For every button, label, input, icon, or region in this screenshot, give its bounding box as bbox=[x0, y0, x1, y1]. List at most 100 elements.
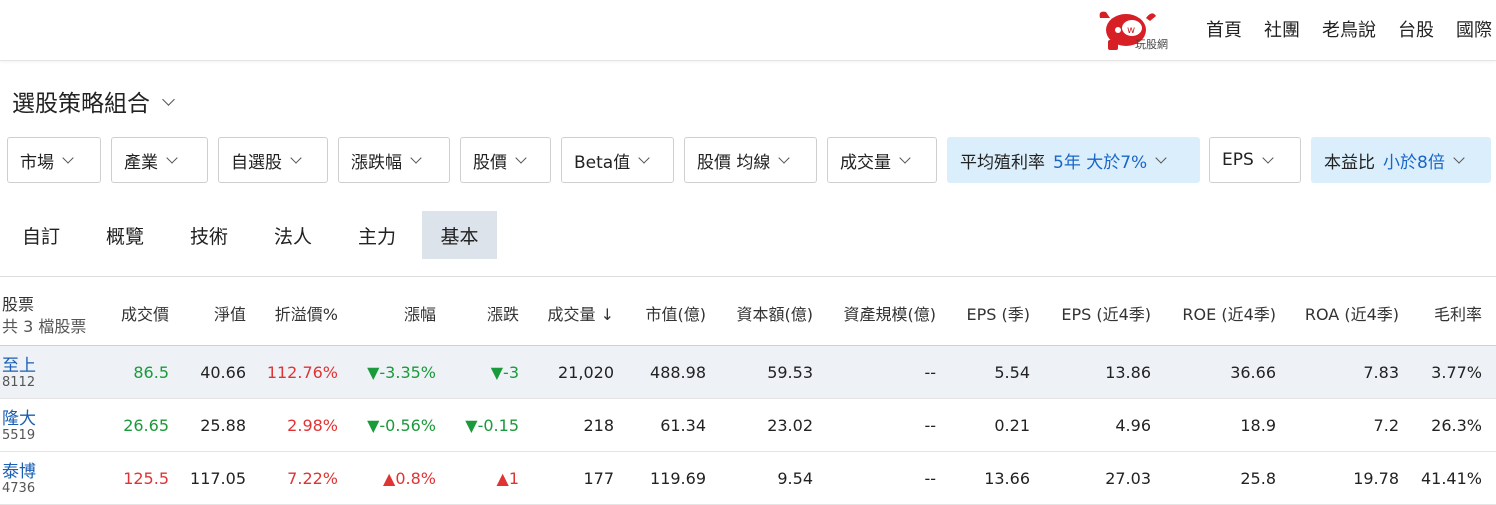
filter-label: 股價 bbox=[473, 152, 507, 173]
filter-market[interactable]: 市場 bbox=[7, 137, 101, 183]
cell-gross-margin: 41.41% bbox=[1420, 469, 1482, 488]
cell-roa-4q: 7.2 bbox=[1373, 416, 1399, 435]
header-premium[interactable]: 折溢價% bbox=[275, 301, 338, 325]
filter-industry[interactable]: 產業 bbox=[111, 137, 208, 183]
filter-dividend-yield[interactable]: 平均殖利率 5年 大於7% bbox=[947, 137, 1200, 183]
header-nav[interactable]: 淨值 bbox=[214, 301, 246, 325]
chevron-down-icon bbox=[638, 152, 650, 164]
nav-home[interactable]: 首頁 bbox=[1206, 16, 1242, 42]
filter-value: 5年 大於7% bbox=[1053, 152, 1148, 173]
cell-roe-4q: 25.8 bbox=[1240, 469, 1276, 488]
chevron-down-icon bbox=[1262, 152, 1274, 164]
cell-eps-4q: 4.96 bbox=[1115, 416, 1151, 435]
header-market-cap[interactable]: 市值(億) bbox=[646, 301, 707, 325]
cell-eps-quarter: 13.66 bbox=[984, 469, 1030, 488]
cell-change: ▲1 bbox=[496, 469, 519, 488]
header-stock[interactable]: 股票 bbox=[2, 291, 34, 315]
filter-label: EPS bbox=[1222, 150, 1254, 170]
tab-major-player[interactable]: 主力 bbox=[336, 211, 418, 259]
header-capital[interactable]: 資本額(億) bbox=[737, 301, 814, 325]
header-eps-quarter[interactable]: EPS (季) bbox=[967, 301, 1031, 325]
chevron-down-icon bbox=[1155, 152, 1167, 164]
header-price[interactable]: 成交價 bbox=[121, 301, 169, 325]
chevron-down-icon bbox=[62, 152, 74, 164]
filter-eps[interactable]: EPS bbox=[1209, 137, 1301, 183]
stock-code: 5519 bbox=[2, 428, 36, 443]
cell-nav: 40.66 bbox=[200, 363, 246, 382]
tab-overview[interactable]: 概覽 bbox=[84, 211, 166, 259]
cell-premium: 2.98% bbox=[287, 416, 338, 435]
filter-volume[interactable]: 成交量 bbox=[827, 137, 937, 183]
table-row[interactable]: 隆大 5519 26.65 25.88 2.98% ▼-0.56% ▼-0.15… bbox=[0, 399, 1496, 452]
cell-nav: 117.05 bbox=[190, 469, 246, 488]
cell-eps-quarter: 5.54 bbox=[994, 363, 1030, 382]
cell-volume: 177 bbox=[583, 469, 614, 488]
header-volume[interactable]: 成交量 ↓ bbox=[548, 301, 615, 325]
nav-community[interactable]: 社團 bbox=[1264, 16, 1300, 42]
cell-capital: 9.54 bbox=[777, 469, 813, 488]
cell-premium: 112.76% bbox=[266, 363, 338, 382]
cell-roe-4q: 18.9 bbox=[1240, 416, 1276, 435]
header-change[interactable]: 漲跌 bbox=[487, 301, 519, 325]
stock-name-link[interactable]: 至上 bbox=[2, 351, 36, 376]
table-row[interactable]: 泰博 4736 125.5 117.05 7.22% ▲0.8% ▲1 177 … bbox=[0, 452, 1496, 505]
tab-custom[interactable]: 自訂 bbox=[0, 211, 82, 259]
cell-change-pct: ▼-0.56% bbox=[367, 416, 436, 435]
filter-pe-ratio[interactable]: 本益比 小於8倍 bbox=[1311, 137, 1491, 183]
cell-assets: -- bbox=[924, 416, 936, 435]
header-roa-4q[interactable]: ROA (近4季) bbox=[1305, 301, 1399, 325]
chevron-down-icon bbox=[515, 152, 527, 164]
tab-institutional[interactable]: 法人 bbox=[252, 211, 334, 259]
filter-label: 本益比 bbox=[1324, 152, 1375, 173]
cell-roe-4q: 36.66 bbox=[1230, 363, 1276, 382]
stock-name-link[interactable]: 隆大 bbox=[2, 404, 36, 429]
svg-text:w: w bbox=[1127, 25, 1135, 36]
main-nav: 首頁 社團 老鳥說 台股 國際 bbox=[1206, 16, 1492, 42]
stock-name-link[interactable]: 泰博 bbox=[2, 457, 36, 482]
chevron-down-icon bbox=[166, 152, 178, 164]
cell-premium: 7.22% bbox=[287, 469, 338, 488]
stock-code: 8112 bbox=[2, 375, 36, 390]
filter-moving-average[interactable]: 股價 均線 bbox=[684, 137, 817, 183]
filter-label: 漲跌幅 bbox=[351, 152, 402, 173]
filter-label: 市場 bbox=[20, 152, 54, 173]
filter-label: 產業 bbox=[124, 152, 158, 173]
cell-gross-margin: 26.3% bbox=[1431, 416, 1482, 435]
cell-price: 86.5 bbox=[133, 363, 169, 382]
cell-change: ▼-3 bbox=[490, 363, 519, 382]
nav-veteran[interactable]: 老鳥說 bbox=[1322, 16, 1376, 42]
cell-market-cap: 61.34 bbox=[660, 416, 706, 435]
filter-change-range[interactable]: 漲跌幅 bbox=[338, 137, 450, 183]
filter-watchlist[interactable]: 自選股 bbox=[218, 137, 328, 183]
chevron-down-icon bbox=[778, 152, 791, 164]
nav-international[interactable]: 國際 bbox=[1456, 16, 1492, 42]
page-title[interactable]: 選股策略組合 bbox=[12, 84, 175, 118]
filter-label: 股價 均線 bbox=[697, 152, 771, 173]
nav-tw-stock[interactable]: 台股 bbox=[1398, 16, 1434, 42]
table-row[interactable]: 至上 8112 86.5 40.66 112.76% ▼-3.35% ▼-3 2… bbox=[0, 346, 1496, 399]
header-eps-4q[interactable]: EPS (近4季) bbox=[1061, 301, 1151, 325]
filter-value: 小於8倍 bbox=[1383, 152, 1445, 173]
chevron-down-icon bbox=[899, 152, 911, 164]
cell-nav: 25.88 bbox=[200, 416, 246, 435]
header-assets[interactable]: 資產規模(億) bbox=[844, 301, 937, 325]
table-header: 股票 共 3 檔股票 成交價 淨值 折溢價% 漲幅 漲跌 成交量 ↓ 市值(億)… bbox=[0, 276, 1496, 346]
tab-fundamental[interactable]: 基本 bbox=[422, 211, 497, 259]
cell-change: ▼-0.15 bbox=[465, 416, 519, 435]
header-gross-margin[interactable]: 毛利率 bbox=[1434, 301, 1482, 325]
chevron-down-icon bbox=[1453, 152, 1465, 164]
cell-gross-margin: 3.77% bbox=[1431, 363, 1482, 382]
cell-assets: -- bbox=[924, 363, 936, 382]
cell-change-pct: ▲0.8% bbox=[383, 469, 436, 488]
filter-beta[interactable]: Beta值 bbox=[561, 137, 674, 183]
page-title-text: 選股策略組合 bbox=[12, 91, 150, 117]
tab-technical[interactable]: 技術 bbox=[168, 211, 250, 259]
cell-market-cap: 119.69 bbox=[650, 469, 706, 488]
filter-price[interactable]: 股價 bbox=[460, 137, 551, 183]
filter-label: Beta值 bbox=[574, 152, 631, 173]
cell-roa-4q: 19.78 bbox=[1353, 469, 1399, 488]
stock-count: 共 3 檔股票 bbox=[2, 317, 87, 336]
header-roe-4q[interactable]: ROE (近4季) bbox=[1182, 301, 1276, 325]
header-change-pct[interactable]: 漲幅 bbox=[404, 301, 436, 325]
filter-label: 平均殖利率 bbox=[960, 152, 1045, 173]
